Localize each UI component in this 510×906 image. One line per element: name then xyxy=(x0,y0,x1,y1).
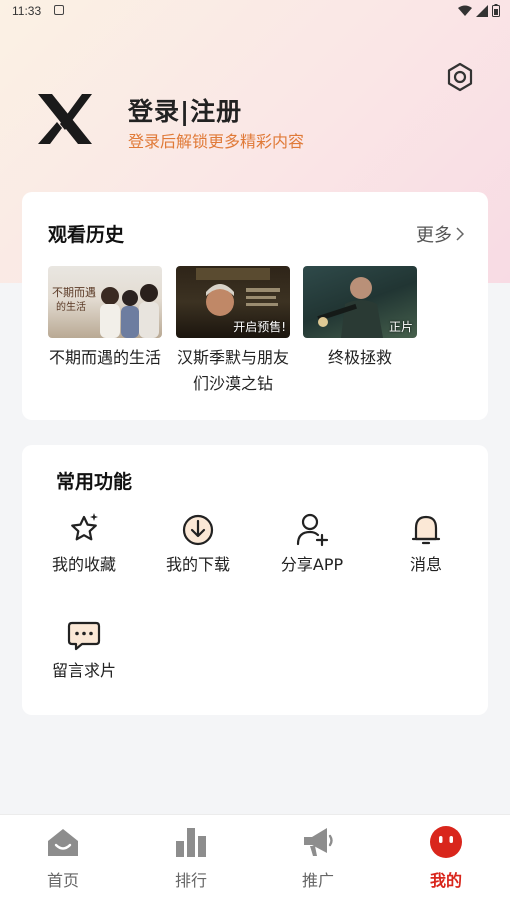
tab-ranking[interactable]: 排行 xyxy=(146,825,236,891)
video-thumbnail: 正片 xyxy=(303,266,417,338)
tab-promote[interactable]: 推广 xyxy=(273,825,363,891)
history-title: 观看历史 xyxy=(48,224,125,246)
profile-face-icon xyxy=(430,826,462,858)
home-icon xyxy=(48,829,78,856)
signal-icon xyxy=(476,4,488,17)
add-user-icon xyxy=(296,513,329,547)
settings-gear-icon[interactable] xyxy=(444,61,476,93)
func-label: 留言求片 xyxy=(51,661,116,680)
tab-label: 推广 xyxy=(301,871,334,890)
tab-label: 我的 xyxy=(429,871,462,890)
video-title: 不期而遇的生活 xyxy=(48,348,161,367)
func-label: 我的收藏 xyxy=(51,555,116,574)
func-label: 分享APP xyxy=(280,555,344,574)
chat-icon xyxy=(67,621,101,651)
bar-chart-icon xyxy=(176,828,206,857)
bell-icon xyxy=(411,515,441,545)
video-title: 终极拯救 xyxy=(327,348,392,367)
battery-icon xyxy=(492,4,500,17)
downloads-button[interactable]: 我的下载 xyxy=(148,511,248,575)
thumbnail-badge: 开启预售! xyxy=(233,320,286,334)
func-label: 消息 xyxy=(409,555,442,574)
tab-label: 排行 xyxy=(174,871,207,890)
svg-text:不期而遇: 不期而遇 xyxy=(52,286,96,299)
download-icon xyxy=(182,514,214,546)
status-time: 11:33 xyxy=(12,4,42,18)
star-icon xyxy=(71,513,98,541)
func-label: 我的下载 xyxy=(165,555,230,574)
status-bar: 11:33 xyxy=(0,0,510,22)
notification-icon xyxy=(54,5,64,15)
video-thumbnail: 不期而遇 的生活 xyxy=(48,266,162,338)
history-item[interactable]: 开启预售! 汉斯季默与朋友们沙漠之钻 xyxy=(176,266,290,397)
watch-history-card: 观看历史 更多 不期而遇 的生活 不期而遇的生活 开启预售! 汉斯季默与朋友们沙… xyxy=(22,192,488,420)
bottom-tab-bar: 首页 排行 推广 我的 xyxy=(0,814,510,906)
more-label: 更多 xyxy=(416,225,452,246)
history-item[interactable]: 正片 终极拯救 xyxy=(303,266,417,371)
tab-label: 首页 xyxy=(46,871,79,890)
login-hint: 登录后解锁更多精彩内容 xyxy=(128,132,305,151)
functions-title: 常用功能 xyxy=(56,471,133,493)
svg-text:的生活: 的生活 xyxy=(56,300,86,313)
favorites-button[interactable]: 我的收藏 xyxy=(34,511,134,575)
request-video-button[interactable]: 留言求片 xyxy=(34,617,134,681)
history-item[interactable]: 不期而遇 的生活 不期而遇的生活 xyxy=(48,266,162,371)
tab-home[interactable]: 首页 xyxy=(18,825,108,891)
common-functions-card: 常用功能 我的收藏 我的下载 分享APP 消息 留言求片 xyxy=(22,445,488,715)
tab-mine[interactable]: 我的 xyxy=(401,825,491,891)
chevron-right-icon xyxy=(456,227,464,241)
thumbnail-badge: 正片 xyxy=(388,320,413,334)
megaphone-icon xyxy=(304,828,333,856)
video-title: 汉斯季默与朋友们沙漠之钻 xyxy=(176,348,289,393)
app-logo xyxy=(38,94,92,144)
status-icons xyxy=(458,4,500,17)
messages-button[interactable]: 消息 xyxy=(376,511,476,575)
video-thumbnail: 开启预售! xyxy=(176,266,290,338)
poster-image: 不期而遇 的生活 xyxy=(52,284,159,338)
wifi-icon xyxy=(458,5,472,16)
login-register-link[interactable]: 登录|注册 xyxy=(128,92,242,128)
history-more-button[interactable]: 更多 xyxy=(416,221,464,247)
share-app-button[interactable]: 分享APP xyxy=(262,511,362,575)
